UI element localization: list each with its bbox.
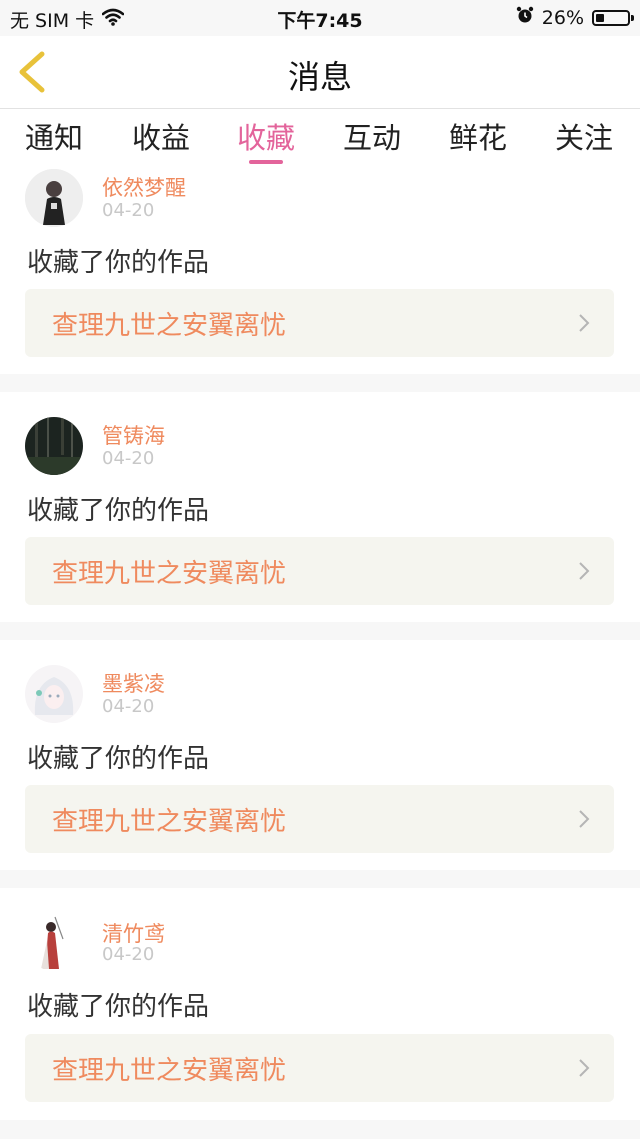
tab-label: 收益 [131,121,191,155]
message-card: 管铸海 04-20 收藏了你的作品 查理九世之安翼离忧 [0,392,640,622]
message-card: 墨紫凌 04-20 收藏了你的作品 查理九世之安翼离忧 [0,640,640,870]
work-title: 查理九世之安翼离忧 [52,311,287,341]
work-link[interactable]: 查理九世之安翼离忧 [25,785,614,853]
tab-label: 关注 [554,121,614,155]
tab-earnings[interactable]: 收益 [132,115,190,157]
tab-interactions[interactable]: 互动 [343,115,401,157]
tab-label: 鲜花 [448,121,508,155]
message-date: 04-20 [102,200,155,221]
battery-icon [592,9,634,26]
tab-bar: 通知 收益 收藏 互动 鲜花 关注 [0,109,640,164]
work-link[interactable]: 查理九世之安翼离忧 [25,1034,614,1102]
chevron-right-icon [579,562,590,580]
work-link[interactable]: 查理九世之安翼离忧 [25,537,614,605]
chevron-right-icon [579,1059,590,1077]
message-text: 收藏了你的作品 [27,992,210,1022]
tab-label: 收藏 [236,121,296,155]
message-text: 收藏了你的作品 [27,496,210,526]
chevron-right-icon [579,314,590,332]
work-title: 查理九世之安翼离忧 [52,559,287,589]
message-text: 收藏了你的作品 [27,744,210,774]
message-date: 04-20 [102,944,155,965]
avatar[interactable] [25,417,83,475]
work-title: 查理九世之安翼离忧 [52,1056,287,1086]
status-right: 26% [516,6,634,29]
message-card: 依然梦醒 04-20 收藏了你的作品 查理九世之安翼离忧 [0,164,640,374]
work-link[interactable]: 查理九世之安翼离忧 [25,289,614,357]
battery-level [596,13,604,22]
avatar[interactable] [25,665,83,723]
tab-notifications[interactable]: 通知 [25,115,83,157]
message-text: 收藏了你的作品 [27,248,210,278]
message-date: 04-20 [102,448,155,469]
tab-favorites[interactable]: 收藏 [236,115,296,164]
avatar[interactable] [25,169,83,227]
tab-label: 通知 [24,121,84,155]
message-card: 清竹鸢 04-20 收藏了你的作品 查理九世之安翼离忧 [0,888,640,1120]
tab-label: 互动 [342,121,402,155]
work-title: 查理九世之安翼离忧 [52,807,287,837]
user-name[interactable]: 依然梦醒 [102,172,186,202]
avatar[interactable] [25,913,83,971]
status-bar: 无 SIM 卡 下午7:45 26% [0,0,640,36]
tab-flowers[interactable]: 鲜花 [449,115,507,157]
tab-follows[interactable]: 关注 [555,115,613,157]
message-date: 04-20 [102,696,155,717]
nav-bar: 消息 [0,36,640,109]
battery-percent: 26% [541,6,584,29]
user-name[interactable]: 墨紫凌 [102,668,165,698]
user-name[interactable]: 管铸海 [102,420,165,450]
chevron-right-icon [579,810,590,828]
alarm-icon [516,6,534,29]
page-title: 消息 [287,58,352,96]
